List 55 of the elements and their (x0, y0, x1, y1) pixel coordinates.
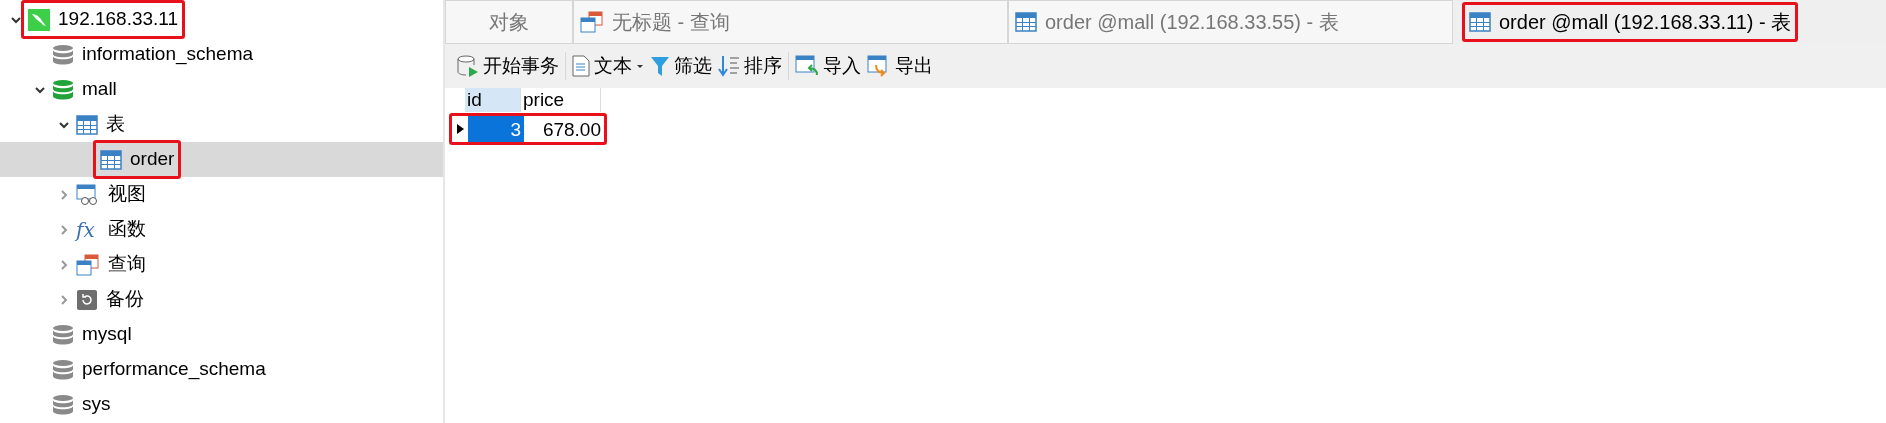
table-icon (1015, 12, 1037, 32)
dropdown-caret-icon (636, 62, 644, 70)
tree-item-selected[interactable]: order (0, 142, 443, 177)
tree-label: 192.168.33.11 (58, 7, 179, 32)
table-icon (100, 149, 122, 170)
toolbar-button[interactable]: 排序 (718, 51, 782, 81)
database-icon (52, 78, 74, 101)
table-import-icon (795, 55, 819, 77)
database-icon (52, 358, 74, 381)
chevron-right-icon[interactable] (58, 223, 70, 236)
view-icon (76, 183, 100, 206)
tree-label: mysql (82, 322, 132, 347)
tree-label: 查询 (108, 252, 146, 277)
toolbar-button[interactable]: 开始事务 (457, 51, 559, 81)
database-icon (52, 323, 74, 346)
document-icon (572, 55, 590, 77)
filter-icon (650, 55, 670, 77)
tab[interactable]: 无标题 - 查询 (573, 0, 1008, 44)
tree-label: order (130, 147, 175, 172)
toolbar-button[interactable]: 导出 (867, 51, 933, 81)
sort-icon (718, 55, 740, 77)
query-icon (580, 11, 604, 33)
tab[interactable]: order @mall (192.168.33.55) - 表 (1008, 0, 1453, 44)
toolbar-button[interactable]: 文本 (572, 51, 644, 81)
chevron-right-icon[interactable] (58, 293, 70, 306)
chevron-right-icon[interactable] (58, 188, 70, 201)
table-cell-text: 678.00 (541, 118, 602, 142)
database-play-icon (457, 55, 479, 77)
tab-label: order @mall (192.168.33.11) - 表 (1499, 10, 1792, 35)
column-header[interactable]: id (465, 88, 521, 112)
table-icon (1469, 12, 1491, 32)
tab[interactable]: 对象 (445, 0, 573, 44)
toolbar-button[interactable]: 筛选 (650, 51, 712, 81)
chevron-right-icon[interactable] (58, 258, 70, 271)
tree-label: 函数 (108, 217, 146, 242)
tree-label: sys (82, 392, 111, 417)
tree-label: mall (82, 77, 117, 102)
tab-label: order @mall (192.168.33.55) - 表 (1045, 10, 1339, 35)
query-icon (76, 253, 100, 276)
function-icon: fx (76, 219, 100, 240)
tree-label: 视图 (108, 182, 146, 207)
tree-label: 备份 (106, 287, 144, 312)
tree-label: performance_schema (82, 357, 266, 382)
table-cell: 3 (468, 116, 524, 142)
connection-icon (28, 8, 50, 31)
tree-label: 表 (106, 112, 125, 137)
toolbar-button[interactable]: 导入 (795, 51, 861, 81)
database-icon (52, 43, 74, 66)
backup-icon (76, 288, 98, 311)
tree-label: information_schema (82, 42, 254, 67)
database-icon (52, 393, 74, 416)
tab-label: 无标题 - 查询 (612, 10, 730, 35)
tab-label: 对象 (489, 10, 529, 35)
column-header[interactable]: price (521, 88, 601, 112)
table-icon (76, 114, 98, 135)
